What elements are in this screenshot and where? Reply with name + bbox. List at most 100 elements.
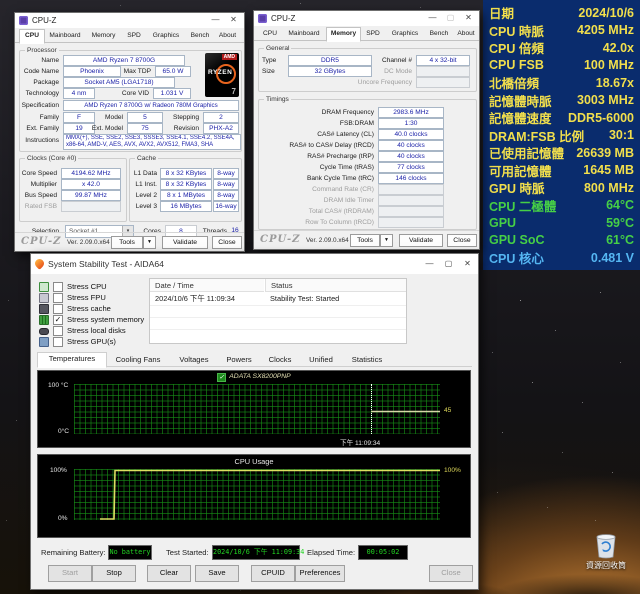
- sensor-value: 59°C: [606, 216, 634, 230]
- close-button[interactable]: ✕: [460, 11, 477, 26]
- ext-model-label: Ext. Model: [91, 124, 123, 133]
- tab-graphics[interactable]: Graphics: [387, 28, 423, 40]
- stress-fpu-checkbox[interactable]: [53, 293, 63, 303]
- close-button: Close: [429, 565, 473, 582]
- sensor-label: GPU SoC: [489, 233, 545, 247]
- row-divider: [150, 317, 406, 318]
- log-header-datetime[interactable]: Date / Time: [150, 279, 264, 292]
- stepping-field: 2: [203, 112, 239, 123]
- tab-powers[interactable]: Powers: [219, 354, 259, 366]
- stress-fpu-label: Stress FPU: [67, 293, 106, 302]
- sensor-row: DRAM:FSB 比例30:1: [489, 127, 634, 145]
- temperature-series-line: [74, 384, 440, 434]
- tools-button[interactable]: Tools: [350, 234, 380, 247]
- tab-about[interactable]: About: [453, 28, 479, 40]
- level3-size-field: 16 MBytes: [160, 201, 212, 212]
- tab-graphics[interactable]: Graphics: [148, 30, 184, 42]
- validate-button[interactable]: Validate: [399, 234, 443, 247]
- tab-unified[interactable]: Unified: [301, 354, 341, 366]
- close-button[interactable]: ✕: [459, 257, 476, 272]
- tab-statistics[interactable]: Statistics: [343, 354, 391, 366]
- ryzen-series: 7: [232, 87, 236, 96]
- tab-spd[interactable]: SPD: [122, 30, 146, 42]
- stress-gpu-checkbox[interactable]: [53, 337, 63, 347]
- group-label: Clocks (Core #0): [25, 154, 78, 163]
- tab-bench[interactable]: Bench: [186, 30, 214, 42]
- stress-cpu-checkbox[interactable]: [53, 282, 63, 292]
- uncore-frequency-label: Uncore Frequency: [314, 78, 412, 87]
- package-label: Package: [17, 78, 59, 87]
- ryzen-logo-text: RYZEN: [208, 69, 232, 76]
- minimize-button[interactable]: —: [421, 257, 438, 272]
- remaining-battery-display: No battery: [108, 545, 152, 560]
- core-speed-label: Core Speed: [21, 169, 57, 178]
- chart-legend: ✓ADATA SX8200PNP: [38, 373, 470, 382]
- technology-field: 4 nm: [63, 88, 95, 99]
- starfield: [0, 0, 1, 1]
- tab-about[interactable]: About: [214, 30, 241, 42]
- test-started-display: 2024/10/6 下午 11:09:34: [212, 545, 300, 560]
- tab-cpu[interactable]: CPU: [258, 28, 282, 40]
- title-bar[interactable]: System Stability Test - AIDA64 — ▢ ✕: [31, 254, 478, 274]
- tools-dropdown-icon[interactable]: ▼: [143, 236, 156, 249]
- sensor-value: 800 MHz: [584, 181, 634, 195]
- sensor-label: 北橋倍頻: [489, 73, 539, 92]
- tab-memory[interactable]: Memory: [87, 30, 120, 42]
- minimize-button[interactable]: —: [424, 11, 441, 26]
- tab-bench[interactable]: Bench: [425, 28, 453, 40]
- tab-spd[interactable]: SPD: [361, 28, 385, 40]
- sensor-row: GPU59°C: [489, 214, 634, 232]
- close-button[interactable]: Close: [212, 236, 242, 249]
- y-axis-max-label: 100 °C: [48, 382, 68, 389]
- preferences-button[interactable]: Preferences: [295, 565, 345, 582]
- channel-label: Channel #: [372, 56, 412, 65]
- minimize-button[interactable]: —: [207, 13, 224, 28]
- trp-field: 40 clocks: [378, 151, 444, 162]
- tab-mainboard[interactable]: Mainboard: [45, 30, 85, 42]
- close-button[interactable]: Close: [447, 234, 477, 247]
- command-rate-label: Command Rate (CR): [256, 185, 374, 194]
- tools-dropdown-icon[interactable]: ▼: [380, 234, 393, 247]
- tab-voltages[interactable]: Voltages: [171, 354, 217, 366]
- cpuid-button[interactable]: CPUID: [251, 565, 295, 582]
- stress-disks-checkbox[interactable]: [53, 326, 63, 336]
- log-header-status[interactable]: Status: [265, 279, 406, 292]
- validate-button[interactable]: Validate: [162, 236, 208, 249]
- dram-idle-label: DRAM Idle Timer: [256, 196, 374, 205]
- maximize-button[interactable]: ▢: [440, 257, 457, 272]
- recycle-bin-label: 資源回收筒: [583, 560, 629, 571]
- tools-button[interactable]: Tools: [111, 236, 143, 249]
- stress-cache-checkbox[interactable]: [53, 304, 63, 314]
- sensor-label: 已使用記憶體: [489, 143, 564, 162]
- cpu-name-field: AMD Ryzen 7 8700G: [63, 55, 185, 66]
- tab-clocks[interactable]: Clocks: [261, 354, 299, 366]
- stress-memory-checkbox[interactable]: ✓: [53, 315, 63, 325]
- title-bar[interactable]: CPU-Z — ✕: [15, 13, 244, 28]
- revision-field: PHX-A2: [203, 123, 239, 134]
- instructions-label: Instructions: [17, 136, 59, 145]
- legend-checkbox[interactable]: ✓: [217, 373, 226, 382]
- chart-title: CPU Usage: [38, 457, 470, 466]
- save-button[interactable]: Save: [195, 565, 239, 582]
- start-button: Start: [48, 565, 92, 582]
- tab-mainboard[interactable]: Mainboard: [284, 28, 324, 40]
- clear-button[interactable]: Clear: [147, 565, 191, 582]
- sensor-label: DRAM:FSB 比例: [489, 126, 584, 145]
- stop-button[interactable]: Stop: [92, 565, 136, 582]
- sensor-row: GPU SoC61°C: [489, 232, 634, 250]
- tab-temperatures[interactable]: Temperatures: [37, 352, 107, 368]
- technology-label: Technology: [17, 89, 59, 98]
- sensor-label: 記憶體速度: [489, 108, 552, 127]
- title-bar[interactable]: CPU-Z — ▢ ✕: [254, 11, 479, 26]
- tab-cpu[interactable]: CPU: [19, 29, 45, 44]
- recycle-bin[interactable]: 資源回收筒: [583, 531, 629, 571]
- tab-cooling-fans[interactable]: Cooling Fans: [107, 354, 169, 366]
- recycle-bin-icon[interactable]: [593, 531, 619, 559]
- sensor-row: CPU FSB100 MHz: [489, 57, 634, 75]
- tab-memory[interactable]: Memory: [326, 27, 361, 42]
- dc-mode-field: [416, 66, 470, 77]
- elapsed-time-display: 00:05:02: [358, 545, 408, 560]
- close-button[interactable]: ✕: [225, 13, 242, 28]
- stress-memory-icon: [39, 315, 49, 325]
- fsb-dram-label: FSB:DRAM: [256, 119, 374, 128]
